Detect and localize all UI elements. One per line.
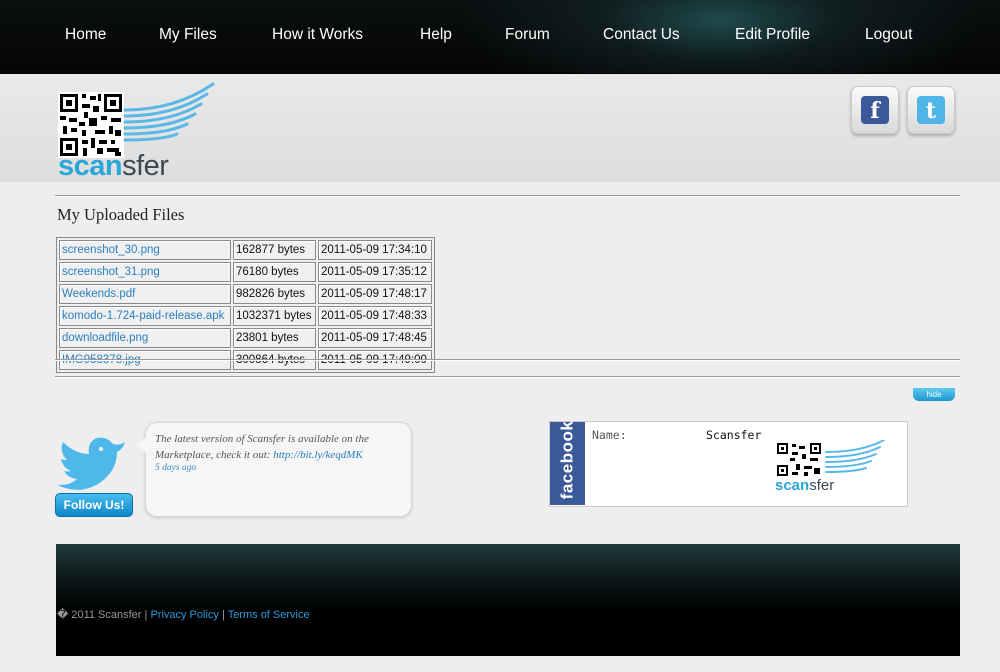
file-link[interactable]: screenshot_31.png [62,266,160,278]
file-size: 982826 bytes [233,284,316,304]
hide-button[interactable]: hide [913,388,955,401]
file-size: 23801 bytes [233,328,316,348]
nav-home[interactable]: Home [65,26,106,44]
tweet-bubble-tail [136,437,146,453]
fb-name-label: Name: [592,428,627,442]
twitter-bird-icon [57,437,125,490]
table-row: komodo-1.724-paid-release.apk 1032371 by… [59,306,432,326]
file-size: 76180 bytes [233,262,316,282]
files-table: screenshot_30.png 162877 bytes 2011-05-0… [56,237,435,373]
file-link[interactable]: screenshot_30.png [62,244,160,256]
privacy-policy-link[interactable]: Privacy Policy [150,609,218,621]
nav-forum[interactable]: Forum [505,26,550,44]
twitter-button[interactable]: t [907,86,955,134]
file-date: 2011-05-09 17:48:45 [318,328,432,348]
divider [55,195,960,197]
table-row: downloadfile.png 23801 bytes 2011-05-09 … [59,328,432,348]
nav-how-it-works[interactable]: How it Works [272,26,363,44]
follow-us-button[interactable]: Follow Us! [55,493,133,517]
footer-text: � 2011 Scansfer | Privacy Policy | Terms… [57,609,310,621]
nav-edit-profile[interactable]: Edit Profile [735,26,810,44]
tweet-text: The latest version of Scansfer is availa… [155,433,369,461]
facebook-bar: facebook [550,421,585,505]
tweet-link[interactable]: http://bit.ly/keqdMK [273,449,363,461]
divider [55,359,960,361]
fb-name-value: Scansfer [706,428,762,442]
file-link[interactable]: komodo-1.724-paid-release.apk [62,310,224,322]
divider [55,376,960,378]
file-size: 1032371 bytes [233,306,316,326]
nav-help[interactable]: Help [420,26,452,44]
file-date: 2011-05-09 17:48:33 [318,306,432,326]
facebook-button[interactable]: f [851,86,899,134]
fb-logo-wordmark: scansfer [775,477,835,494]
twitter-icon: t [917,96,945,124]
facebook-icon: f [861,96,889,124]
file-size: 162877 bytes [233,240,316,260]
footer [56,544,960,656]
table-row: screenshot_31.png 76180 bytes 2011-05-09… [59,262,432,282]
page-title: My Uploaded Files [57,205,185,224]
file-date: 2011-05-09 17:48:17 [318,284,432,304]
logo-wordmark: scansfer [58,150,169,182]
file-date: 2011-05-09 17:35:12 [318,262,432,282]
tweet-timestamp[interactable]: 5 days ago [155,463,196,473]
terms-of-service-link[interactable]: Terms of Service [228,609,310,621]
file-date: 2011-05-09 17:34:10 [318,240,432,260]
top-nav: Home My Files How it Works Help Forum Co… [0,0,1000,74]
nav-contact-us[interactable]: Contact Us [603,26,680,44]
file-link[interactable]: Weekends.pdf [62,288,135,300]
table-row: Weekends.pdf 982826 bytes 2011-05-09 17:… [59,284,432,304]
file-link[interactable]: downloadfile.png [62,332,148,344]
nav-logout[interactable]: Logout [865,26,912,44]
table-row: screenshot_30.png 162877 bytes 2011-05-0… [59,240,432,260]
nav-my-files[interactable]: My Files [159,26,217,44]
